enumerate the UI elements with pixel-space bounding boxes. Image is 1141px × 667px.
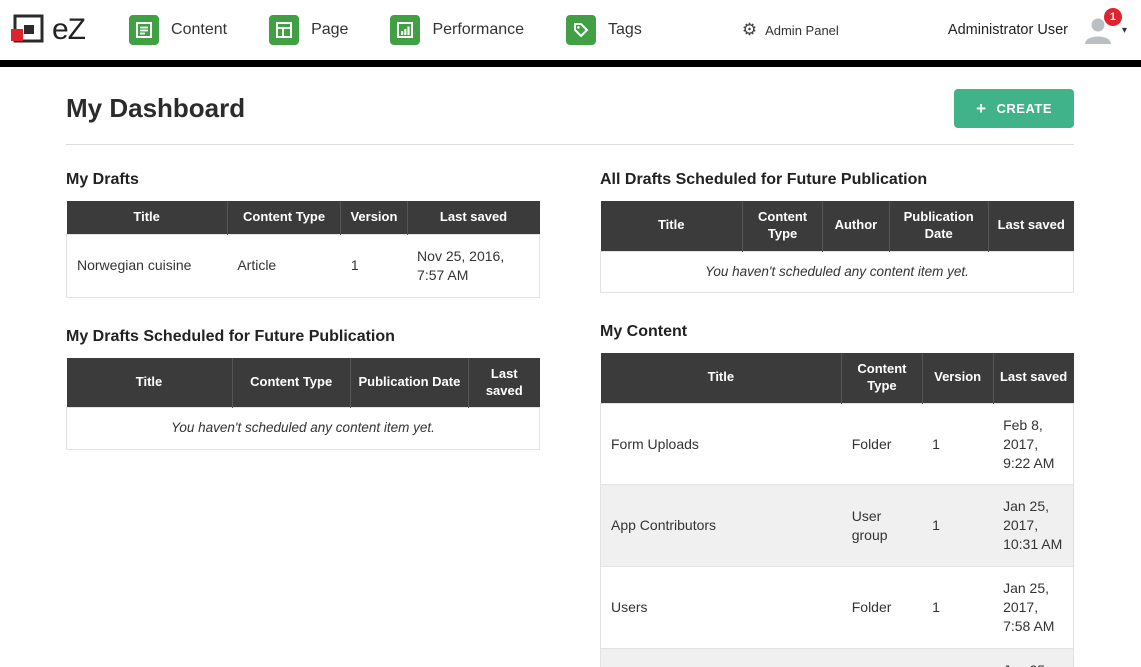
column-header-last-saved: Last saved [988,201,1073,251]
all-scheduled-table: Title Content Type Author Publication Da… [600,201,1074,293]
cell-version: 1 [922,648,993,667]
table-row[interactable]: Norwegian cuisine Article 1 Nov 25, 2016… [67,234,540,297]
table-row[interactable]: Form Uploads Folder 1 Feb 8, 2017, 9:22 … [601,403,1074,485]
page-title: My Dashboard [66,93,245,124]
my-drafts-section: My Drafts Title Content Type Version Las… [66,171,540,298]
cell-content-type: Folder [842,648,922,667]
ez-logo-icon [10,13,46,47]
cell-content-type: Folder [842,567,922,649]
cell-last-saved: Jan 25, 2017, 7:55 AM [993,648,1073,667]
cell-title[interactable]: App [601,648,842,667]
header-divider [66,144,1074,145]
column-header-content-type: Content Type [232,358,350,408]
all-scheduled-title: All Drafts Scheduled for Future Publicat… [600,171,1074,189]
column-header-content-type: Content Type [227,201,341,234]
my-content-section: My Content Title Content Type Version La… [600,323,1074,667]
my-scheduled-table: Title Content Type Publication Date Last… [66,358,540,450]
my-scheduled-section: My Drafts Scheduled for Future Publicati… [66,328,540,450]
ez-logo[interactable]: eZ [10,13,85,47]
cell-version: 1 [922,485,993,567]
all-scheduled-section: All Drafts Scheduled for Future Publicat… [600,171,1074,293]
cell-last-saved: Jan 25, 2017, 7:58 AM [993,567,1073,649]
nav-label-performance: Performance [432,21,524,39]
top-navbar: eZ Content Page [0,0,1141,60]
nav-label-tags: Tags [608,21,642,39]
my-content-table: Title Content Type Version Last saved Fo… [600,353,1074,667]
create-button-label: CREATE [997,101,1052,116]
cell-version: 1 [341,234,407,297]
avatar[interactable]: 1 [1082,15,1116,45]
chevron-down-icon[interactable]: ▾ [1122,25,1127,36]
page-header: My Dashboard + CREATE [66,89,1074,128]
column-header-content-type: Content Type [842,353,922,403]
cell-title[interactable]: App Contributors [601,485,842,567]
user-name: Administrator User [948,22,1068,38]
my-scheduled-title: My Drafts Scheduled for Future Publicati… [66,328,540,346]
cell-title[interactable]: Users [601,567,842,649]
column-header-last-saved: Last saved [407,201,539,234]
nav-item-tags[interactable]: Tags [566,15,642,45]
column-header-last-saved: Last saved [993,353,1073,403]
cell-content-type: User group [842,485,922,567]
admin-panel-menu[interactable]: ⚙ Admin Panel [742,20,839,40]
my-drafts-table: Title Content Type Version Last saved No… [66,201,540,298]
empty-state-row: You haven't scheduled any content item y… [601,251,1074,292]
my-scheduled-header-row: Title Content Type Publication Date Last… [67,358,540,408]
admin-panel-label: Admin Panel [765,23,839,38]
my-drafts-title: My Drafts [66,171,540,189]
user-menu[interactable]: Administrator User 1 ▾ [948,15,1127,45]
plus-icon: + [976,100,986,117]
table-row[interactable]: App Folder 1 Jan 25, 2017, 7:55 AM [601,648,1074,667]
cell-title[interactable]: Norwegian cuisine [67,234,228,297]
nav-item-page[interactable]: Page [269,15,348,45]
column-header-content-type: Content Type [742,201,822,251]
tags-icon [566,15,596,45]
column-header-version: Version [341,201,407,234]
column-header-title: Title [67,201,228,234]
nav-label-page: Page [311,21,348,39]
cell-last-saved: Feb 8, 2017, 9:22 AM [993,403,1073,485]
column-header-last-saved: Last saved [469,358,540,408]
top-divider-bar [0,60,1141,67]
right-column: All Drafts Scheduled for Future Publicat… [600,171,1074,667]
ez-logo-text: eZ [52,13,85,47]
all-scheduled-header-row: Title Content Type Author Publication Da… [601,201,1074,251]
content-icon [129,15,159,45]
column-header-author: Author [823,201,889,251]
table-row[interactable]: Users Folder 1 Jan 25, 2017, 7:58 AM [601,567,1074,649]
dashboard-columns: My Drafts Title Content Type Version Las… [66,171,1074,667]
cell-last-saved: Nov 25, 2016, 7:57 AM [407,234,539,297]
create-button[interactable]: + CREATE [954,89,1074,128]
performance-icon [390,15,420,45]
gear-icon: ⚙ [742,20,757,40]
column-header-title: Title [601,353,842,403]
column-header-publication-date: Publication Date [889,201,988,251]
empty-state-row: You haven't scheduled any content item y… [67,408,540,449]
cell-content-type: Article [227,234,341,297]
nav-label-content: Content [171,21,227,39]
column-header-title: Title [601,201,743,251]
left-column: My Drafts Title Content Type Version Las… [66,171,540,667]
cell-content-type: Folder [842,403,922,485]
column-header-publication-date: Publication Date [350,358,468,408]
my-content-title: My Content [600,323,1074,341]
empty-state-message: You haven't scheduled any content item y… [67,408,540,449]
cell-last-saved: Jan 25, 2017, 10:31 AM [993,485,1073,567]
cell-version: 1 [922,567,993,649]
dashboard-main: My Dashboard + CREATE My Drafts Title Co… [0,67,1141,667]
nav-item-content[interactable]: Content [129,15,227,45]
notification-badge[interactable]: 1 [1104,8,1122,26]
column-header-title: Title [67,358,233,408]
column-header-version: Version [922,353,993,403]
empty-state-message: You haven't scheduled any content item y… [601,251,1074,292]
cell-version: 1 [922,403,993,485]
page-icon [269,15,299,45]
nav-item-performance[interactable]: Performance [390,15,524,45]
cell-title[interactable]: Form Uploads [601,403,842,485]
table-row[interactable]: App Contributors User group 1 Jan 25, 20… [601,485,1074,567]
my-drafts-header-row: Title Content Type Version Last saved [67,201,540,234]
my-content-header-row: Title Content Type Version Last saved [601,353,1074,403]
